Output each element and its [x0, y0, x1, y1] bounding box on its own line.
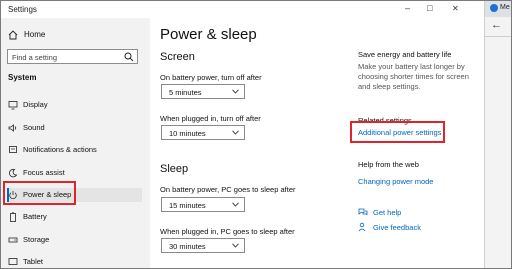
chevron-down-icon	[232, 202, 239, 207]
dropdown-value: 30 minutes	[169, 242, 206, 251]
sidebar-item-sound[interactable]: Sound	[7, 121, 142, 135]
close-button[interactable]: ✕	[452, 4, 459, 13]
dropdown-value: 15 minutes	[169, 201, 206, 210]
sidebar-item-display[interactable]: Display	[7, 98, 142, 112]
screen-battery-label: On battery power, turn off after	[160, 73, 262, 82]
additional-power-highlight-box	[350, 121, 445, 143]
adjacent-window-title: Me	[500, 4, 510, 11]
search-placeholder: Find a setting	[12, 53, 58, 62]
sidebar-item-label: Tablet	[23, 257, 44, 266]
screen-plugged-dropdown[interactable]: 10 minutes	[161, 125, 245, 140]
sidebar-item-label: Display	[23, 100, 48, 109]
sound-icon	[8, 124, 17, 132]
sidebar-item-label: Focus assist	[23, 168, 65, 177]
screen-heading: Screen	[160, 51, 195, 63]
chevron-down-icon	[232, 243, 239, 248]
battery-icon	[10, 212, 16, 222]
adjacent-window[interactable]: Me ←	[484, 0, 512, 269]
divider	[485, 36, 512, 37]
sidebar-item-battery[interactable]: Battery	[7, 210, 142, 224]
sidebar-item-label: Battery	[23, 212, 47, 221]
help-from-web-heading: Help from the web	[358, 160, 419, 169]
help-icon	[358, 208, 368, 216]
sleep-plugged-label: When plugged in, PC goes to sleep after	[160, 227, 295, 236]
home-icon	[8, 30, 18, 40]
app-logo-icon	[490, 4, 498, 12]
sleep-plugged-dropdown[interactable]: 30 minutes	[161, 238, 245, 253]
sleep-battery-label: On battery power, PC goes to sleep after	[160, 185, 296, 194]
sidebar-item-tablet[interactable]: Tablet	[7, 255, 142, 269]
sidebar-item-focus-assist[interactable]: Focus assist	[7, 166, 142, 180]
storage-icon	[8, 237, 18, 243]
save-energy-description: Make your battery last longer by choosin…	[358, 62, 469, 91]
display-icon	[8, 101, 18, 110]
search-input[interactable]: Find a setting	[7, 49, 138, 64]
sidebar-item-label: Notifications & actions	[23, 145, 97, 154]
screen-battery-dropdown[interactable]: 5 minutes	[161, 84, 245, 99]
sleep-heading: Sleep	[160, 163, 189, 175]
page-title: Power & sleep	[160, 26, 257, 43]
sleep-battery-dropdown[interactable]: 15 minutes	[161, 197, 245, 212]
sidebar-item-label: Storage	[23, 235, 50, 244]
changing-power-mode-link[interactable]: Changing power mode	[358, 177, 433, 186]
save-energy-heading: Save energy and battery life	[358, 50, 452, 59]
minimize-button[interactable]: –	[405, 4, 410, 13]
power-sleep-highlight-box	[3, 181, 76, 205]
get-help-link[interactable]: Get help	[373, 208, 401, 217]
focus-assist-icon	[9, 168, 18, 178]
give-feedback-link[interactable]: Give feedback	[373, 223, 421, 232]
sidebar-item-label: Sound	[23, 123, 45, 132]
adjacent-window-titlebar: Me	[485, 0, 512, 17]
sidebar-item-notifications[interactable]: Notifications & actions	[7, 143, 142, 157]
title-bar: Settings – □ ✕	[1, 1, 484, 18]
search-icon[interactable]	[124, 52, 134, 62]
home-link[interactable]: Home	[24, 30, 45, 39]
section-label-system: System	[8, 73, 37, 82]
dropdown-value: 10 minutes	[169, 129, 206, 138]
chevron-down-icon	[232, 89, 239, 94]
tablet-icon	[8, 258, 18, 265]
notifications-icon	[9, 146, 17, 153]
chevron-down-icon	[232, 130, 239, 135]
window-title: Settings	[8, 5, 37, 14]
sidebar-item-storage[interactable]: Storage	[7, 233, 142, 247]
back-arrow-icon[interactable]: ←	[491, 19, 502, 31]
screen-plugged-label: When plugged in, turn off after	[160, 114, 261, 123]
maximize-button[interactable]: □	[427, 4, 432, 13]
dropdown-value: 5 minutes	[169, 88, 202, 97]
feedback-icon	[358, 222, 366, 232]
